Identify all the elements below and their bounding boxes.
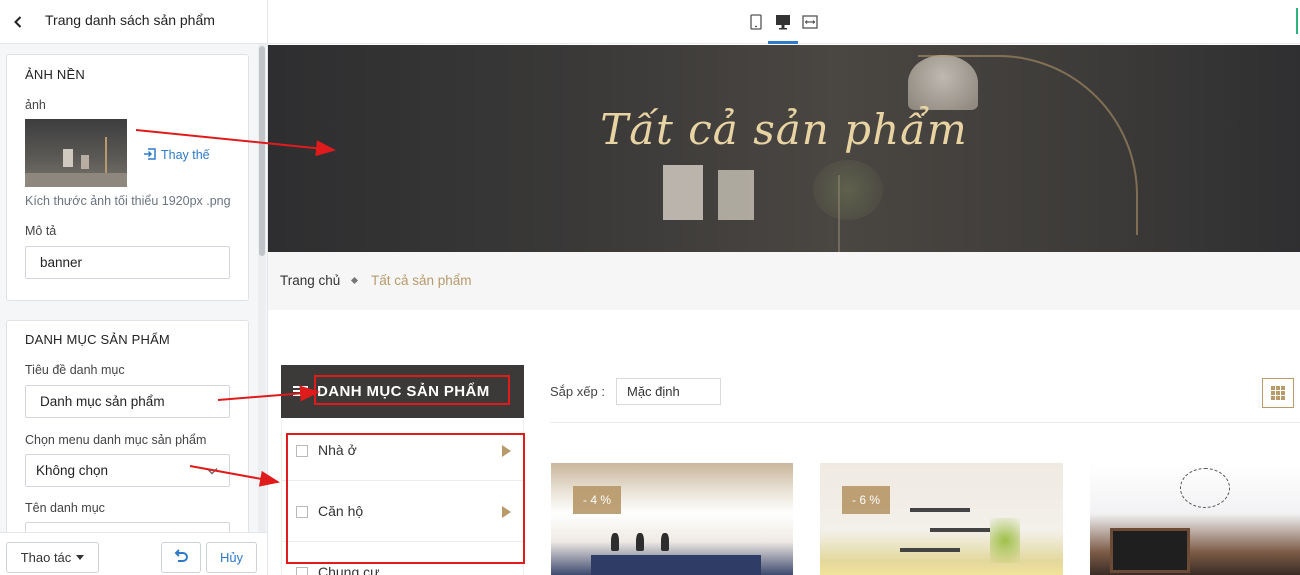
replace-image-button[interactable]: Thay thế bbox=[143, 147, 210, 162]
sidebar-scrollbar[interactable] bbox=[258, 44, 266, 532]
product-image-decor bbox=[661, 533, 669, 551]
replace-label: Thay thế bbox=[161, 148, 210, 162]
sidebar-footer: Thao tác Hủy bbox=[0, 532, 267, 575]
category-item-nha-o[interactable]: Nhà ở bbox=[282, 420, 525, 481]
mobile-icon[interactable] bbox=[744, 10, 768, 34]
category-menu-select[interactable]: Không chọn bbox=[25, 454, 230, 487]
banner-decor bbox=[838, 175, 852, 252]
product-card[interactable]: - 4 % bbox=[551, 463, 793, 575]
description-input[interactable]: banner bbox=[25, 246, 230, 279]
desktop-icon[interactable] bbox=[771, 10, 795, 34]
replace-image-icon bbox=[144, 148, 156, 160]
page-banner[interactable]: Tất cả sản phẩm bbox=[268, 45, 1300, 252]
background-section-title: ẢNH NỀN bbox=[25, 67, 85, 82]
breadcrumb: Trang chủ Tất cả sản phẩm bbox=[268, 252, 1300, 310]
product-image-decor bbox=[636, 533, 644, 551]
toolbar-edge-marker bbox=[1296, 8, 1298, 34]
breadcrumb-current: Tất cả sản phẩm bbox=[371, 273, 472, 288]
banner-decor bbox=[663, 165, 703, 220]
sidebar-header: Trang danh sách sản phẩm bbox=[0, 0, 267, 44]
device-toolbar bbox=[268, 0, 1300, 44]
undo-icon bbox=[174, 549, 188, 562]
checkbox[interactable] bbox=[296, 445, 308, 457]
banner-decor bbox=[718, 170, 754, 220]
settings-sidebar: Trang danh sách sản phẩm ẢNH NỀN ảnh Tha… bbox=[0, 0, 268, 575]
category-item-label: Chung cư bbox=[318, 564, 380, 575]
image-label: ảnh bbox=[25, 98, 46, 112]
product-image-decor bbox=[1110, 528, 1190, 573]
grid-view-button[interactable] bbox=[1262, 378, 1294, 408]
product-image-decor bbox=[591, 555, 761, 575]
background-image-card: ẢNH NỀN ảnh Thay thế Kích thước ảnh tối … bbox=[6, 54, 249, 301]
category-menu-value: Không chọn bbox=[36, 463, 109, 478]
checkbox[interactable] bbox=[296, 567, 308, 575]
active-device-indicator bbox=[768, 41, 798, 44]
caret-right-icon bbox=[502, 506, 511, 518]
category-item-chung-cu[interactable]: Chung cư bbox=[282, 542, 525, 575]
breadcrumb-home-link[interactable]: Trang chủ bbox=[280, 273, 340, 288]
category-menu-label: Chọn menu danh mục sản phẩm bbox=[25, 433, 207, 447]
sort-label: Sắp xếp : bbox=[550, 384, 605, 399]
category-settings-card: DANH MỤC SẢN PHẨM Tiêu đề danh mục Danh … bbox=[6, 320, 249, 560]
actions-dropdown-button[interactable]: Thao tác bbox=[6, 542, 99, 573]
product-card[interactable] bbox=[1090, 463, 1300, 575]
category-block-header: DANH MỤC SẢN PHẨM bbox=[281, 365, 524, 418]
toolbar-divider bbox=[550, 422, 1300, 423]
category-item-label: Căn hộ bbox=[318, 503, 364, 519]
product-image-decor bbox=[930, 528, 990, 532]
checkbox[interactable] bbox=[296, 506, 308, 518]
image-size-hint: Kích thước ảnh tối thiểu 1920px .png bbox=[25, 194, 231, 208]
chevron-left-icon[interactable] bbox=[8, 12, 28, 32]
product-image-decor bbox=[910, 508, 970, 512]
category-section-title: DANH MỤC SẢN PHẨM bbox=[25, 332, 170, 347]
product-image-decor bbox=[990, 518, 1020, 563]
category-title-label: Tiêu đề danh mục bbox=[25, 363, 125, 377]
chevron-down-icon bbox=[206, 468, 218, 475]
banner-title: Tất cả sản phẩm bbox=[600, 105, 968, 154]
sidebar-title: Trang danh sách sản phẩm bbox=[45, 12, 215, 28]
category-block-title: DANH MỤC SẢN PHẨM bbox=[317, 383, 490, 400]
undo-button[interactable] bbox=[161, 542, 201, 573]
cancel-button[interactable]: Hủy bbox=[206, 542, 257, 573]
hamburger-icon bbox=[293, 386, 308, 396]
category-item-label: Nhà ở bbox=[318, 442, 357, 458]
description-label: Mô tả bbox=[25, 224, 57, 238]
scrollbar-thumb[interactable] bbox=[259, 46, 265, 256]
category-name-label: Tên danh mục bbox=[25, 501, 105, 515]
background-thumbnail[interactable] bbox=[25, 119, 127, 187]
caret-right-icon bbox=[502, 445, 511, 457]
discount-badge: - 6 % bbox=[842, 486, 890, 514]
breadcrumb-separator-icon bbox=[350, 276, 359, 285]
grid-view-icon bbox=[1271, 386, 1285, 400]
discount-badge: - 4 % bbox=[573, 486, 621, 514]
category-item-can-ho[interactable]: Căn hộ bbox=[282, 481, 525, 542]
product-image-decor bbox=[900, 548, 960, 552]
product-image-decor bbox=[1180, 468, 1230, 508]
editor-root: Trang danh sách sản phẩm ẢNH NỀN ảnh Tha… bbox=[0, 0, 1300, 575]
product-card[interactable]: - 6 % bbox=[820, 463, 1063, 575]
sort-select[interactable]: Mặc định bbox=[616, 378, 721, 405]
actions-label: Thao tác bbox=[20, 550, 72, 565]
category-list: Nhà ở Căn hộ Chung cư bbox=[281, 420, 525, 575]
fullwidth-icon[interactable] bbox=[798, 10, 822, 34]
caret-down-icon bbox=[76, 555, 85, 560]
product-image-decor bbox=[611, 533, 619, 551]
category-title-input[interactable]: Danh mục sản phẩm bbox=[25, 385, 230, 418]
